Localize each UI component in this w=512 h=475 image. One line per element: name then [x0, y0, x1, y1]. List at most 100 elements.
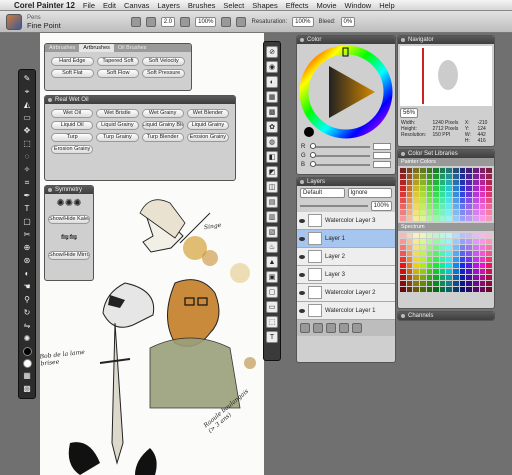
- color-swatch[interactable]: [459, 198, 466, 203]
- color-swatch[interactable]: [426, 263, 433, 268]
- color-swatch[interactable]: [439, 281, 446, 286]
- color-swatch[interactable]: [479, 275, 486, 280]
- color-swatch[interactable]: [453, 245, 459, 250]
- rectangle-select-icon[interactable]: ⬚: [21, 139, 33, 149]
- color-swatch[interactable]: [426, 281, 433, 286]
- color-swatch[interactable]: [459, 168, 466, 173]
- color-swatch[interactable]: [479, 186, 486, 191]
- color-swatch[interactable]: [466, 245, 473, 250]
- color-swatch[interactable]: [439, 233, 446, 238]
- color-swatch[interactable]: [486, 257, 492, 262]
- color-swatch[interactable]: [400, 180, 406, 185]
- menu-help[interactable]: Help: [379, 1, 394, 10]
- color-swatch[interactable]: [459, 233, 466, 238]
- navigator-icon[interactable]: ▥: [266, 211, 278, 223]
- color-swatch[interactable]: [486, 186, 492, 191]
- color-swatch[interactable]: [473, 269, 479, 274]
- color-swatch[interactable]: [453, 263, 459, 268]
- color-swatch[interactable]: [459, 269, 466, 274]
- kaleidoscope-tool-icon[interactable]: ✺: [21, 334, 33, 344]
- color-swatch[interactable]: [400, 186, 406, 191]
- color-swatch[interactable]: [433, 174, 439, 179]
- brush-soft-flow-button[interactable]: Soft Flow: [96, 69, 140, 78]
- dodge-tool-icon[interactable]: ◐: [21, 269, 33, 279]
- color-swatch[interactable]: [479, 192, 486, 197]
- portfolio-icon[interactable]: ▭: [266, 301, 278, 313]
- color-swatch[interactable]: [426, 168, 433, 173]
- color-swatch[interactable]: [446, 287, 453, 292]
- painter-colors-grid[interactable]: [398, 166, 494, 223]
- color-swatch[interactable]: [486, 287, 492, 292]
- color-swatch[interactable]: [459, 263, 466, 268]
- color-swatch[interactable]: [479, 287, 486, 292]
- size-field[interactable]: 2.0: [160, 16, 176, 27]
- color-swatch[interactable]: [413, 263, 419, 268]
- red-value-field[interactable]: [373, 143, 391, 150]
- tab-oil-brushes[interactable]: Oil Brushes: [114, 44, 150, 52]
- color-swatch[interactable]: [406, 210, 413, 215]
- color-swatch[interactable]: [466, 192, 473, 197]
- oil-panel-title[interactable]: Real Wet Oil: [45, 96, 235, 104]
- blue-value-field[interactable]: [373, 161, 391, 168]
- color-swatch[interactable]: [406, 269, 413, 274]
- color-swatch[interactable]: [479, 216, 486, 221]
- color-swatch[interactable]: [486, 245, 492, 250]
- color-swatch[interactable]: [466, 174, 473, 179]
- color-swatch[interactable]: [479, 198, 486, 203]
- color-swatch[interactable]: [473, 216, 479, 221]
- color-swatch[interactable]: [419, 216, 426, 221]
- frame-icon[interactable]: ▢: [266, 286, 278, 298]
- color-swatch[interactable]: [406, 198, 413, 203]
- color-swatch[interactable]: [479, 180, 486, 185]
- menu-movie[interactable]: Movie: [317, 1, 337, 10]
- color-swatch[interactable]: [453, 210, 459, 215]
- color-swatch[interactable]: [419, 287, 426, 292]
- flow-map-icon[interactable]: ◉: [266, 61, 278, 73]
- color-swatch[interactable]: [400, 257, 406, 262]
- color-swatch[interactable]: [426, 186, 433, 191]
- color-swatch[interactable]: [439, 239, 446, 244]
- menu-brushes[interactable]: Brushes: [188, 1, 216, 10]
- color-swatch[interactable]: [413, 269, 419, 274]
- lock-icon[interactable]: [236, 16, 247, 27]
- color-swatch[interactable]: [400, 251, 406, 256]
- color-swatch[interactable]: [446, 204, 453, 209]
- color-swatch[interactable]: [426, 192, 433, 197]
- color-swatch[interactable]: [406, 192, 413, 197]
- shape-icon[interactable]: ▲: [266, 256, 278, 268]
- menu-window[interactable]: Window: [345, 1, 372, 10]
- color-swatch[interactable]: [486, 251, 492, 256]
- color-swatch[interactable]: [413, 204, 419, 209]
- color-swatch[interactable]: [473, 192, 479, 197]
- tab-airbrushes[interactable]: Airbrushes: [45, 44, 79, 52]
- symmetry-panel-title[interactable]: Symmetry: [45, 186, 93, 194]
- color-swatch[interactable]: [406, 251, 413, 256]
- main-color-swatch[interactable]: [22, 347, 32, 356]
- color-swatch[interactable]: [459, 204, 466, 209]
- layer-adjuster-icon[interactable]: ✥: [21, 126, 33, 136]
- color-swatch[interactable]: [400, 210, 406, 215]
- color-swatch[interactable]: [433, 216, 439, 221]
- opacity-field[interactable]: 100%: [195, 16, 217, 27]
- color-swatch[interactable]: [466, 257, 473, 262]
- color-swatch[interactable]: [486, 233, 492, 238]
- color-swatch[interactable]: [446, 192, 453, 197]
- mirror-icon[interactable]: ⇋⇋: [45, 226, 93, 249]
- color-swatch[interactable]: [473, 239, 479, 244]
- color-swatch[interactable]: [473, 281, 479, 286]
- color-swatch[interactable]: [466, 210, 473, 215]
- color-swatch[interactable]: [473, 180, 479, 185]
- text-icon[interactable]: T: [266, 331, 278, 343]
- color-swatch[interactable]: [419, 186, 426, 191]
- color-swatch[interactable]: [486, 281, 492, 286]
- color-swatch[interactable]: [406, 239, 413, 244]
- tab-artbrushes[interactable]: Artbrushes: [79, 44, 114, 52]
- color-swatch[interactable]: [406, 263, 413, 268]
- color-swatch[interactable]: [453, 216, 459, 221]
- color-swatch[interactable]: [413, 174, 419, 179]
- color-swatch[interactable]: [473, 174, 479, 179]
- oil-wet-grainy-button[interactable]: Wet Grainy: [141, 109, 184, 118]
- red-slider[interactable]: R: [297, 142, 395, 151]
- mixer-icon[interactable]: ◩: [266, 166, 278, 178]
- color-swatch[interactable]: [413, 210, 419, 215]
